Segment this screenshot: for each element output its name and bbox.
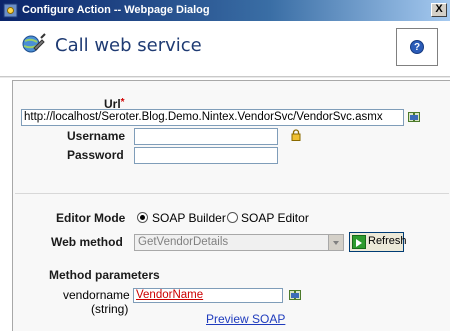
help-icon[interactable]: ?	[410, 40, 424, 54]
help-button[interactable]: ?	[396, 28, 438, 66]
vendorname-input[interactable]: VendorName	[133, 288, 283, 303]
web-method-value: GetVendorDetails	[138, 236, 229, 248]
soap-editor-radio[interactable]	[227, 212, 238, 223]
section-divider	[15, 193, 449, 194]
lock-icon	[291, 129, 301, 141]
refresh-label: Refresh	[368, 235, 407, 247]
globe-web-service-icon	[22, 33, 46, 53]
close-button[interactable]: X	[431, 3, 447, 17]
web-method-select[interactable]: GetVendorDetails	[134, 234, 344, 251]
insert-reference-icon[interactable]	[408, 112, 420, 123]
form-panel: Url* http://localhost/Seroter.Blog.Demo.…	[12, 80, 450, 331]
page-title: Call web service	[55, 35, 202, 56]
method-parameters-label: Method parameters	[49, 268, 160, 282]
username-input[interactable]	[134, 128, 278, 145]
param-type: (string)	[91, 302, 129, 316]
password-input[interactable]	[134, 147, 278, 164]
refresh-button[interactable]: Refresh	[349, 232, 407, 252]
header-divider	[0, 76, 450, 78]
window-title: Configure Action -- Webpage Dialog	[22, 4, 210, 16]
preview-soap-link[interactable]: Preview SOAP	[206, 312, 285, 326]
refresh-arrow-icon	[352, 235, 366, 249]
username-label: Username	[67, 129, 126, 143]
window-title-bar: Configure Action -- Webpage Dialog X	[0, 0, 450, 21]
soap-editor-label[interactable]: SOAP Editor	[241, 211, 309, 225]
soap-builder-radio[interactable]	[137, 212, 148, 223]
gear-icon	[3, 3, 18, 18]
url-input[interactable]: http://localhost/Seroter.Blog.Demo.Ninte…	[21, 109, 404, 126]
web-method-label: Web method	[51, 235, 123, 249]
insert-reference-icon[interactable]	[289, 290, 301, 301]
chevron-down-icon[interactable]	[328, 235, 343, 250]
required-marker: *	[120, 97, 125, 108]
param-name: vendorname	[63, 288, 130, 302]
dialog-header: Call web service ?	[0, 21, 450, 76]
editor-mode-label: Editor Mode	[56, 211, 126, 225]
soap-builder-label[interactable]: SOAP Builder	[152, 211, 226, 225]
password-label: Password	[67, 148, 124, 162]
